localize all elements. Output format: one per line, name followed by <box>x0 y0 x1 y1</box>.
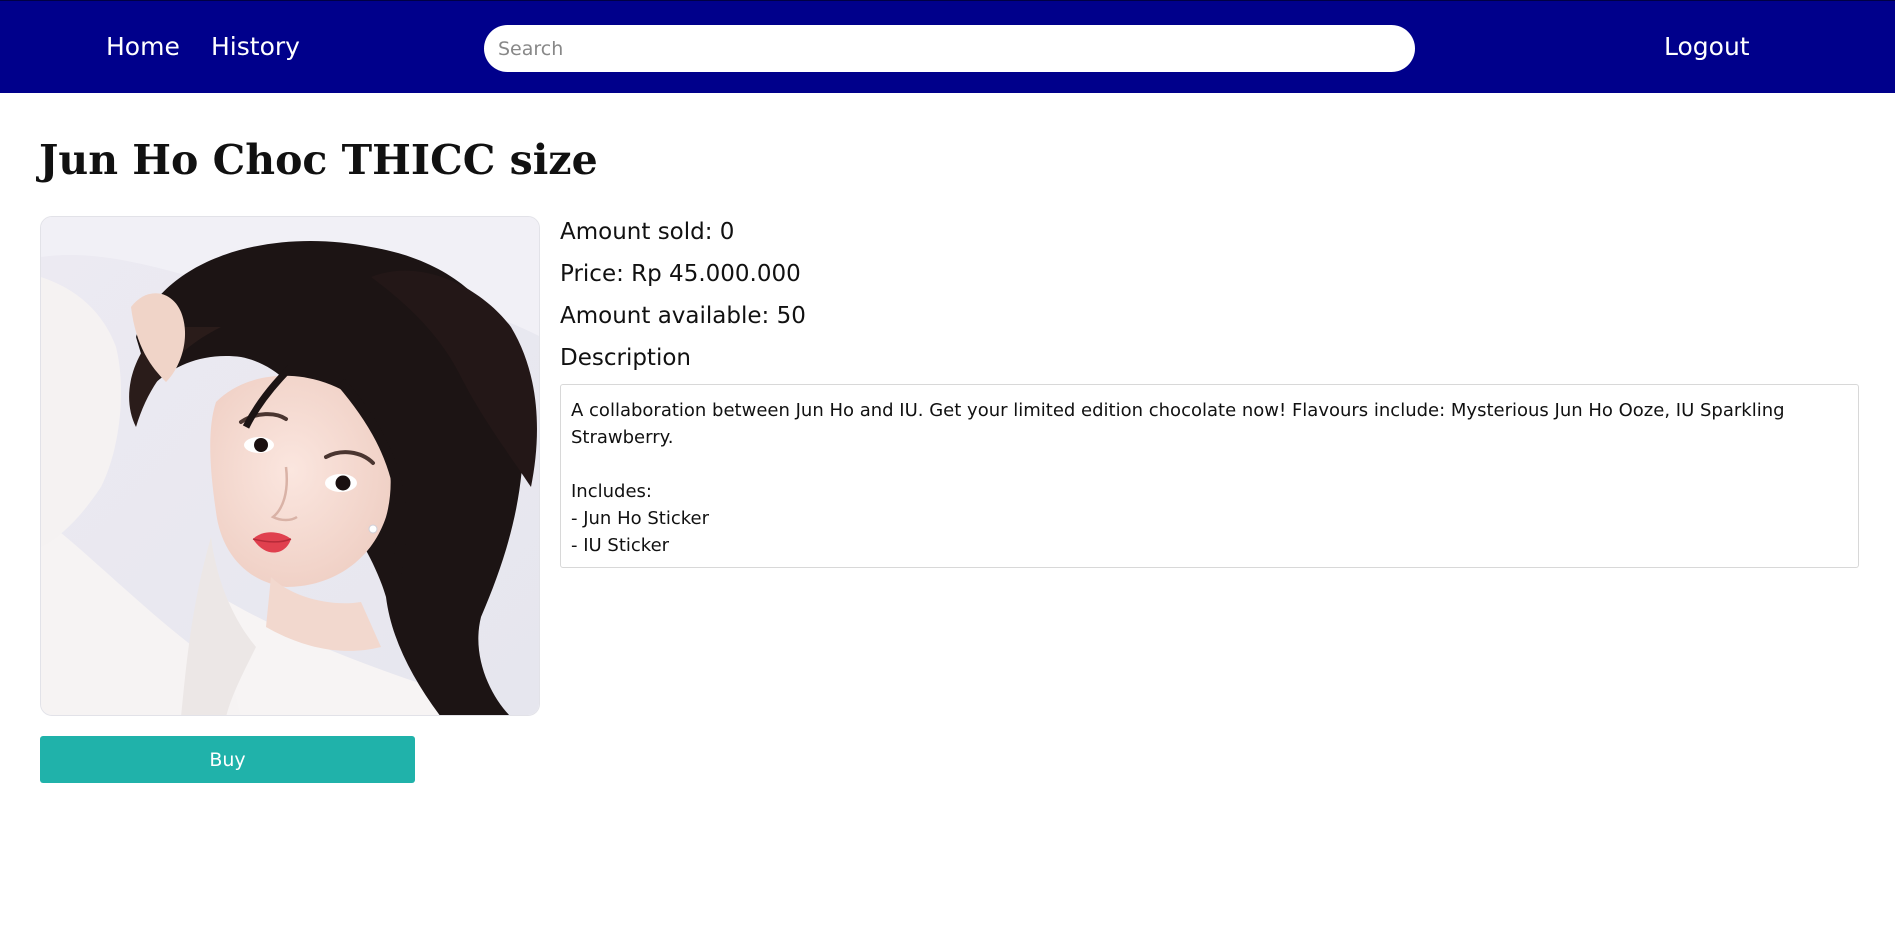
product-title: Jun Ho Choc THICC size <box>39 136 598 184</box>
product-photo <box>41 217 539 715</box>
amount-available: Amount available: 50 <box>560 303 806 329</box>
description-box: A collaboration between Jun Ho and IU. G… <box>560 384 1859 568</box>
search-input[interactable] <box>484 25 1415 72</box>
price: Price: Rp 45.000.000 <box>560 261 801 287</box>
amount-sold: Amount sold: 0 <box>560 219 735 245</box>
logout-link[interactable]: Logout <box>1664 31 1750 63</box>
product-image <box>40 216 540 716</box>
nav-history-link[interactable]: History <box>211 31 300 63</box>
description-label: Description <box>560 345 691 371</box>
nav-home-link[interactable]: Home <box>106 31 180 63</box>
buy-button[interactable]: Buy <box>40 736 415 783</box>
top-navbar: Home History Logout <box>0 0 1895 93</box>
